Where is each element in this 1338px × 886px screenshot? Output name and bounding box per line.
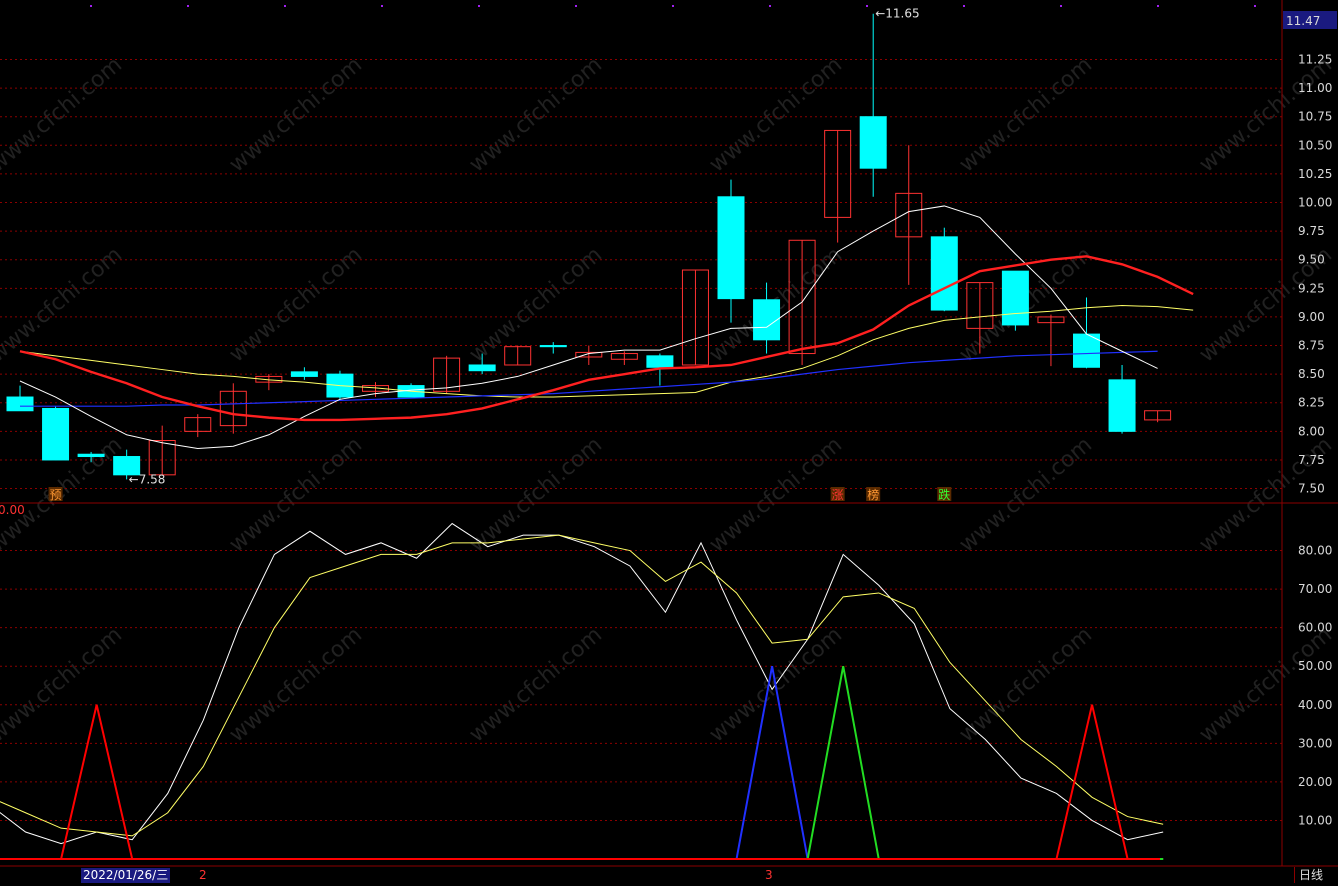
top-tick-mark xyxy=(478,5,480,7)
candle-body xyxy=(468,364,496,372)
watermark-text: www.cfchi.com xyxy=(0,242,127,367)
candle-body xyxy=(753,299,781,341)
price-tick-label: 9.50 xyxy=(1298,253,1325,267)
watermark-text: www.cfchi.com xyxy=(955,432,1097,557)
indicator-series-line xyxy=(0,666,1164,860)
watermark-text: www.cfchi.com xyxy=(465,622,607,747)
indicator-tick-label: 80.00 xyxy=(1298,544,1332,558)
signal-marker-label: 榜 xyxy=(867,487,879,502)
top-tick-mark xyxy=(1254,5,1256,7)
price-tick-label: 10.00 xyxy=(1298,196,1332,210)
candle-body xyxy=(6,396,34,412)
price-tick-label: 9.75 xyxy=(1298,224,1325,238)
indicator-layer xyxy=(0,522,1164,860)
watermark-text: www.cfchi.com xyxy=(225,52,367,177)
indicator-series-line xyxy=(0,666,1164,860)
top-tick-mark xyxy=(575,5,577,7)
signal-marker-label: 预 xyxy=(50,488,62,502)
price-tick-label: 9.25 xyxy=(1298,281,1325,295)
candle-body xyxy=(717,196,745,300)
price-tick-label: 10.50 xyxy=(1298,138,1332,152)
watermark-text: www.cfchi.com xyxy=(955,52,1097,177)
extreme-price-label: ←7.58 xyxy=(129,472,166,486)
watermark-text: www.cfchi.com xyxy=(955,622,1097,747)
candle-body xyxy=(1073,333,1100,368)
candle-body xyxy=(646,355,674,368)
indicator-tick-label: 70.00 xyxy=(1298,582,1332,596)
top-tick-mark xyxy=(672,5,674,7)
price-tick-label: 10.75 xyxy=(1298,110,1332,124)
watermark-text: www.cfchi.com xyxy=(0,52,127,177)
top-tick-mark xyxy=(187,5,189,7)
price-tick-label: 7.50 xyxy=(1298,482,1325,496)
period-button[interactable]: 日线 xyxy=(1294,867,1323,883)
top-tick-mark xyxy=(284,5,286,7)
price-tick-label: 8.00 xyxy=(1298,424,1325,438)
top-tick-mark xyxy=(1157,5,1159,7)
candle-body xyxy=(859,116,887,169)
extreme-price-label: ←11.65 xyxy=(875,7,919,21)
top-tick-mark xyxy=(1060,5,1062,7)
watermark-text: www.cfchi.com xyxy=(705,52,847,177)
watermark-text: www.cfchi.com xyxy=(0,622,127,747)
watermark-text: www.cfchi.com xyxy=(225,242,367,367)
indicator-tick-label: 30.00 xyxy=(1298,736,1332,750)
top-tick-mark xyxy=(381,5,383,7)
watermark-text: www.cfchi.com xyxy=(225,622,367,747)
indicator-tick-label: 20.00 xyxy=(1298,775,1332,789)
current-price-label: 11.47 xyxy=(1286,14,1320,28)
indicator-series-line xyxy=(0,534,1164,837)
watermark-layer: www.cfchi.com www.cfchi.com www.cfchi.com w… xyxy=(0,52,1337,747)
price-tick-label: 9.00 xyxy=(1298,310,1325,324)
candle-body xyxy=(1001,270,1029,326)
price-tick-label: 10.25 xyxy=(1298,167,1332,181)
candle-body xyxy=(1108,379,1136,432)
watermark-text: www.cfchi.com xyxy=(465,242,607,367)
price-tick-label: 8.75 xyxy=(1298,339,1325,353)
indicator-series-line xyxy=(0,522,1164,845)
grid-layer xyxy=(0,0,1338,867)
price-tick-label: 8.25 xyxy=(1298,396,1325,410)
signal-marker-label: 跌 xyxy=(938,487,950,502)
indicator-tick-label: 50.00 xyxy=(1298,659,1332,673)
watermark-text: www.cfchi.com xyxy=(465,52,607,177)
candle-body xyxy=(539,345,567,348)
candle-body xyxy=(290,371,318,377)
price-tick-label: 8.50 xyxy=(1298,367,1325,381)
watermark-text: www.cfchi.com xyxy=(1195,622,1337,747)
watermark-text: www.cfchi.com xyxy=(225,432,367,557)
indicator-tick-label: 60.00 xyxy=(1298,621,1332,635)
price-tick-label: 7.75 xyxy=(1298,453,1325,467)
candle-body xyxy=(930,236,958,311)
indicator-tick-label: 40.00 xyxy=(1298,698,1332,712)
candle-body xyxy=(42,407,70,461)
price-tick-label: 11.25 xyxy=(1298,52,1332,66)
top-tick-mark xyxy=(866,5,868,7)
segment-label-2: 2 xyxy=(199,868,207,882)
status-bar: 2022/01/26/三 2 3 日线 xyxy=(0,866,1338,886)
top-tick-mark xyxy=(963,5,965,7)
watermark-text: www.cfchi.com xyxy=(465,432,607,557)
segment-label-3: 3 xyxy=(765,868,773,882)
signal-marker-label: 涨 xyxy=(832,487,844,502)
stock-chart[interactable]: www.cfchi.com www.cfchi.com www.cfchi.com w… xyxy=(0,0,1338,886)
date-label: 2022/01/26/三 xyxy=(81,868,171,883)
indicator-tick-label: 10.00 xyxy=(1298,813,1332,827)
top-tick-mark xyxy=(90,5,92,7)
price-tick-label: 11.00 xyxy=(1298,81,1332,95)
indicator-top-label: 0.00 xyxy=(0,503,25,517)
candle-body xyxy=(77,453,105,458)
top-tick-mark xyxy=(769,5,771,7)
watermark-text: www.cfchi.com xyxy=(705,432,847,557)
